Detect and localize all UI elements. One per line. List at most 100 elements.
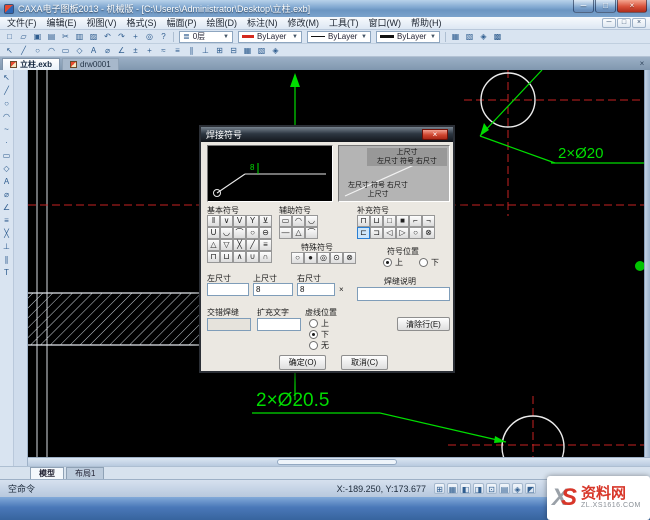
snap-icon[interactable]: ⊟: [227, 45, 240, 56]
menu-item[interactable]: 文件(F): [2, 17, 42, 29]
properties-icon[interactable]: ▦: [449, 31, 462, 42]
dialog-title-bar[interactable]: 焊接符号 ×: [201, 127, 453, 142]
layer-dropdown[interactable]: ≣ 0层▼: [179, 31, 233, 43]
status-icon[interactable]: ▤: [499, 483, 510, 494]
basic-symbol-button[interactable]: V: [233, 215, 246, 227]
position-down-radio[interactable]: 下: [419, 257, 439, 268]
arc-icon[interactable]: ◠: [45, 45, 58, 56]
menu-item[interactable]: 窗口(W): [364, 17, 407, 29]
special-symbol-button[interactable]: ◎: [317, 252, 330, 264]
redo-icon[interactable]: ↷: [115, 31, 128, 42]
status-icon[interactable]: ⊡: [486, 483, 497, 494]
new-icon[interactable]: □: [3, 31, 16, 42]
minimize-button[interactable]: ─: [573, 0, 594, 13]
hatch-icon[interactable]: ▧: [255, 45, 268, 56]
tab-model[interactable]: 模型: [30, 467, 64, 479]
scrollbar-thumb[interactable]: [277, 459, 397, 465]
horizontal-scrollbar[interactable]: [28, 457, 650, 466]
perpendicular-icon[interactable]: ⊥: [199, 45, 212, 56]
tab-layout[interactable]: 布局1: [66, 467, 104, 479]
menu-item[interactable]: 帮助(H): [406, 17, 447, 29]
status-icon[interactable]: ▦: [447, 483, 458, 494]
basic-symbol-button[interactable]: ∩: [259, 251, 272, 263]
status-icon[interactable]: ⊞: [434, 483, 445, 494]
block-icon[interactable]: ◈: [269, 45, 282, 56]
basic-symbol-button[interactable]: ∪: [246, 251, 259, 263]
right-dim-input[interactable]: [297, 283, 335, 296]
supplement-symbol-button[interactable]: ⊐: [370, 227, 383, 239]
line-icon[interactable]: ╱: [17, 45, 30, 56]
supplement-symbol-button[interactable]: ¬: [422, 215, 435, 227]
tolerance-icon[interactable]: ±: [129, 45, 142, 56]
basic-symbol-button[interactable]: △: [207, 239, 220, 251]
title-bar[interactable]: CAXA电子图板2013 - 机械版 - [C:\Users\Administr…: [0, 0, 650, 17]
extend-input[interactable]: [257, 318, 301, 331]
supplement-symbol-button[interactable]: ⊔: [370, 215, 383, 227]
table-icon[interactable]: ▩: [491, 31, 504, 42]
close-button[interactable]: ×: [617, 0, 647, 13]
tab-close-icon[interactable]: ×: [636, 59, 648, 70]
supplement-symbol-button[interactable]: ⊏: [357, 227, 370, 239]
supplement-symbol-button[interactable]: ○: [409, 227, 422, 239]
diameter-icon[interactable]: ⌀: [101, 45, 114, 56]
circle-icon[interactable]: ○: [31, 45, 44, 56]
menu-item[interactable]: 绘图(D): [202, 17, 243, 29]
supplement-symbol-button[interactable]: ⊓: [357, 215, 370, 227]
pan-icon[interactable]: +: [129, 31, 142, 42]
style-icon[interactable]: ◈: [477, 31, 490, 42]
supplement-symbol-button[interactable]: ⊗: [422, 227, 435, 239]
erase-icon[interactable]: ╳: [1, 228, 13, 239]
paste-icon[interactable]: ▨: [87, 31, 100, 42]
supplement-symbol-button[interactable]: ⌐: [409, 215, 422, 227]
angle-icon[interactable]: ∠: [115, 45, 128, 56]
auxiliary-symbol-button[interactable]: ◡: [305, 215, 318, 227]
parallel-icon[interactable]: ∥: [1, 254, 13, 265]
wave-icon[interactable]: ≈: [157, 45, 170, 56]
copy-icon[interactable]: ▥: [73, 31, 86, 42]
text-icon[interactable]: A: [87, 45, 100, 56]
menu-item[interactable]: 标注(N): [242, 17, 283, 29]
stagger-input[interactable]: [207, 318, 251, 331]
annotate-icon[interactable]: T: [1, 267, 13, 278]
top-dim-input[interactable]: [253, 283, 293, 296]
basic-symbol-button[interactable]: ≡: [259, 239, 272, 251]
basic-symbol-button[interactable]: ╱: [246, 239, 259, 251]
ortho-icon[interactable]: ▦: [241, 45, 254, 56]
supplement-symbol-button[interactable]: ■: [396, 215, 409, 227]
placement-diagram[interactable]: 上尺寸 左尺寸 符号 右尺寸 左尺寸 符号 右尺寸 上尺寸: [338, 145, 450, 202]
menu-item[interactable]: 格式(S): [122, 17, 162, 29]
rect-icon[interactable]: ▭: [59, 45, 72, 56]
maximize-button[interactable]: □: [595, 0, 616, 13]
status-icon[interactable]: ◈: [512, 483, 523, 494]
layers-icon[interactable]: ≡: [171, 45, 184, 56]
supplement-symbol-button[interactable]: ◁: [383, 227, 396, 239]
undo-icon[interactable]: ↶: [101, 31, 114, 42]
basic-symbol-button[interactable]: ⌒: [233, 227, 246, 239]
special-symbol-button[interactable]: ⊙: [330, 252, 343, 264]
menu-item[interactable]: 幅面(P): [162, 17, 202, 29]
dashline-none-radio[interactable]: 无: [309, 340, 329, 351]
placement-top-option[interactable]: 上尺寸 左尺寸 符号 右尺寸: [367, 148, 447, 166]
auxiliary-symbol-button[interactable]: ◠: [292, 215, 305, 227]
basic-symbol-button[interactable]: Y: [246, 215, 259, 227]
dim-diameter-icon[interactable]: ⌀: [1, 189, 13, 200]
polygon-icon[interactable]: ◇: [73, 45, 86, 56]
menu-item[interactable]: 视图(V): [82, 17, 122, 29]
dashline-up-radio[interactable]: 上: [309, 318, 329, 329]
zoom-icon[interactable]: ◎: [143, 31, 156, 42]
basic-symbol-button[interactable]: ╳: [233, 239, 246, 251]
linewidth-dropdown[interactable]: ByLayer▼: [376, 31, 440, 43]
special-symbol-button[interactable]: ●: [304, 252, 317, 264]
rect-icon[interactable]: ▭: [1, 150, 13, 161]
mdi-restore-button[interactable]: □: [617, 18, 631, 28]
perpendicular-icon[interactable]: ⊥: [1, 241, 13, 252]
status-icon[interactable]: ◩: [525, 483, 536, 494]
print-icon[interactable]: ▤: [45, 31, 58, 42]
basic-symbol-button[interactable]: ◡: [220, 227, 233, 239]
spline-icon[interactable]: ~: [1, 124, 13, 135]
status-icon[interactable]: ◧: [460, 483, 471, 494]
basic-symbol-button[interactable]: ‖: [207, 215, 220, 227]
dashline-down-radio[interactable]: 下: [309, 329, 329, 340]
tab-drw0001[interactable]: drw0001: [62, 58, 119, 70]
menu-item[interactable]: 编辑(E): [42, 17, 82, 29]
